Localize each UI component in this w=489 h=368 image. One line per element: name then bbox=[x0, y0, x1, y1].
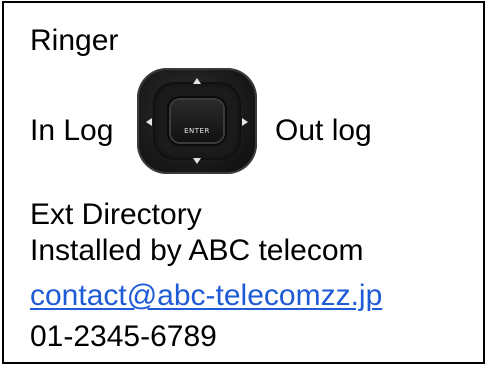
arrow-up-icon[interactable] bbox=[193, 78, 201, 84]
out-log-option[interactable]: Out log bbox=[275, 114, 372, 148]
enter-label: ENTER bbox=[184, 127, 210, 135]
in-log-option[interactable]: In Log bbox=[30, 114, 113, 148]
ext-directory-option[interactable]: Ext Directory bbox=[30, 198, 202, 232]
enter-button[interactable]: ENTER bbox=[171, 100, 223, 142]
contact-email-link[interactable]: contact@abc-telecomzz.jp bbox=[30, 279, 382, 313]
ringer-option[interactable]: Ringer bbox=[30, 24, 118, 58]
phone-number: 01-2345-6789 bbox=[30, 320, 217, 353]
arrow-left-icon[interactable] bbox=[146, 118, 152, 126]
arrow-down-icon[interactable] bbox=[193, 158, 201, 164]
installer-text: Installed by ABC telecom bbox=[30, 234, 364, 267]
dpad-navigation-icon[interactable]: ENTER bbox=[137, 68, 257, 174]
arrow-right-icon[interactable] bbox=[242, 118, 248, 126]
phone-menu-panel: Ringer In Log ENTER Out log Ext Director… bbox=[2, 1, 485, 364]
